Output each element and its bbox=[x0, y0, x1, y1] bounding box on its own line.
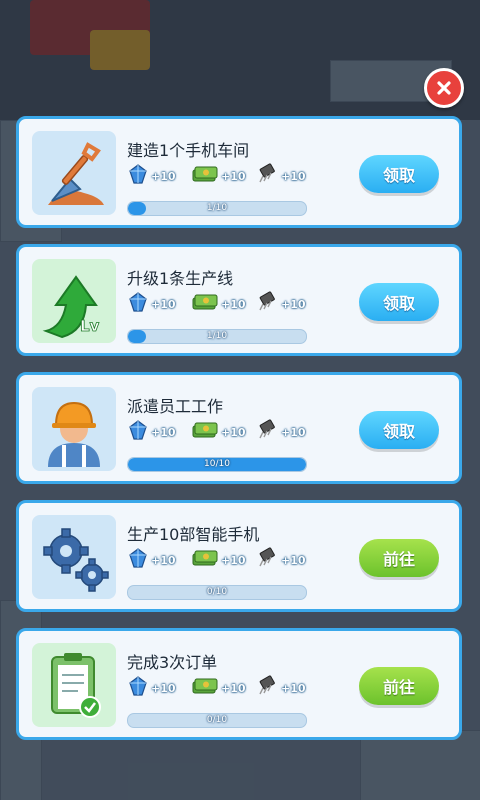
gem-icon bbox=[127, 419, 149, 445]
reward-item: +10 bbox=[127, 163, 176, 189]
reward-item: +10 bbox=[191, 549, 246, 571]
task-title: 升级1条生产线 bbox=[127, 269, 234, 288]
reward-amount: +10 bbox=[221, 169, 246, 183]
reward-item: +10 bbox=[127, 675, 176, 701]
task-thumbnail bbox=[32, 515, 116, 599]
chip-icon bbox=[255, 547, 279, 573]
reward-item: +10 bbox=[127, 547, 176, 573]
task-rewards: +10 +10 +10 bbox=[127, 547, 327, 573]
reward-amount: +10 bbox=[221, 553, 246, 567]
task-card: 完成3次订单 +10 +10 +10 0/10 前往 bbox=[16, 628, 462, 740]
goto-button[interactable]: 前往 bbox=[359, 539, 439, 577]
task-title: 派遣员工工作 bbox=[127, 397, 224, 416]
cash-icon bbox=[191, 292, 219, 316]
progress-text: 1/10 bbox=[206, 203, 228, 213]
task-title: 完成3次订单 bbox=[127, 653, 218, 672]
task-progress-bar: 0/10 bbox=[127, 713, 307, 728]
task-rewards: +10 +10 +10 bbox=[127, 675, 327, 701]
goto-button[interactable]: 前往 bbox=[359, 667, 439, 705]
task-thumbnail bbox=[32, 387, 116, 471]
task-card: 派遣员工工作 +10 +10 +10 10/10 领取 bbox=[16, 372, 462, 484]
reward-item: +10 bbox=[191, 165, 246, 187]
task-rewards: +10 +10 +10 bbox=[127, 163, 327, 189]
reward-amount: +10 bbox=[281, 553, 306, 567]
reward-amount: +10 bbox=[281, 169, 306, 183]
reward-amount: +10 bbox=[151, 297, 176, 311]
task-progress-bar: 1/10 bbox=[127, 201, 307, 216]
reward-amount: +10 bbox=[221, 681, 246, 695]
reward-item: +10 bbox=[255, 291, 306, 317]
gem-icon bbox=[127, 163, 149, 189]
task-progress-bar: 1/10 bbox=[127, 329, 307, 344]
task-thumbnail: Lv bbox=[32, 259, 116, 343]
task-card: Lv 升级1条生产线 +10 +10 +10 1/10 领取 bbox=[16, 244, 462, 356]
reward-item: +10 bbox=[255, 547, 306, 573]
reward-amount: +10 bbox=[281, 681, 306, 695]
chip-icon bbox=[255, 163, 279, 189]
claim-button[interactable]: 领取 bbox=[359, 411, 439, 449]
task-rewards: +10 +10 +10 bbox=[127, 419, 327, 445]
cash-icon bbox=[191, 548, 219, 572]
gem-icon bbox=[127, 291, 149, 317]
reward-item: +10 bbox=[127, 291, 176, 317]
cash-icon bbox=[191, 420, 219, 444]
task-card: 生产10部智能手机 +10 +10 +10 0/10 前往 bbox=[16, 500, 462, 612]
progress-text: 1/10 bbox=[206, 331, 228, 341]
task-thumbnail bbox=[32, 643, 116, 727]
progress-text: 0/10 bbox=[206, 715, 228, 725]
reward-item: +10 bbox=[191, 677, 246, 699]
reward-amount: +10 bbox=[281, 297, 306, 311]
cash-icon bbox=[191, 676, 219, 700]
reward-amount: +10 bbox=[151, 553, 176, 567]
close-icon bbox=[437, 81, 451, 95]
task-card: 建造1个手机车间 +10 +10 +10 1/10 领取 bbox=[16, 116, 462, 228]
progress-text: 0/10 bbox=[206, 587, 228, 597]
gem-icon bbox=[127, 675, 149, 701]
cash-icon bbox=[191, 164, 219, 188]
task-title: 生产10部智能手机 bbox=[127, 525, 260, 544]
close-button[interactable] bbox=[424, 68, 464, 108]
chip-icon bbox=[255, 675, 279, 701]
progress-text: 10/10 bbox=[204, 459, 230, 469]
chip-icon bbox=[255, 291, 279, 317]
svg-text:Lv: Lv bbox=[80, 317, 100, 335]
reward-item: +10 bbox=[255, 163, 306, 189]
reward-item: +10 bbox=[191, 421, 246, 443]
reward-item: +10 bbox=[255, 419, 306, 445]
task-rewards: +10 +10 +10 bbox=[127, 291, 327, 317]
reward-amount: +10 bbox=[151, 169, 176, 183]
gem-icon bbox=[127, 547, 149, 573]
chip-icon bbox=[255, 419, 279, 445]
reward-amount: +10 bbox=[281, 425, 306, 439]
reward-item: +10 bbox=[255, 675, 306, 701]
task-progress-bar: 0/10 bbox=[127, 585, 307, 600]
task-title: 建造1个手机车间 bbox=[127, 141, 250, 160]
claim-button[interactable]: 领取 bbox=[359, 155, 439, 193]
task-thumbnail bbox=[32, 131, 116, 215]
reward-amount: +10 bbox=[221, 425, 246, 439]
reward-amount: +10 bbox=[151, 681, 176, 695]
claim-button[interactable]: 领取 bbox=[359, 283, 439, 321]
reward-item: +10 bbox=[191, 293, 246, 315]
reward-amount: +10 bbox=[151, 425, 176, 439]
task-progress-bar: 10/10 bbox=[127, 457, 307, 472]
reward-amount: +10 bbox=[221, 297, 246, 311]
reward-item: +10 bbox=[127, 419, 176, 445]
